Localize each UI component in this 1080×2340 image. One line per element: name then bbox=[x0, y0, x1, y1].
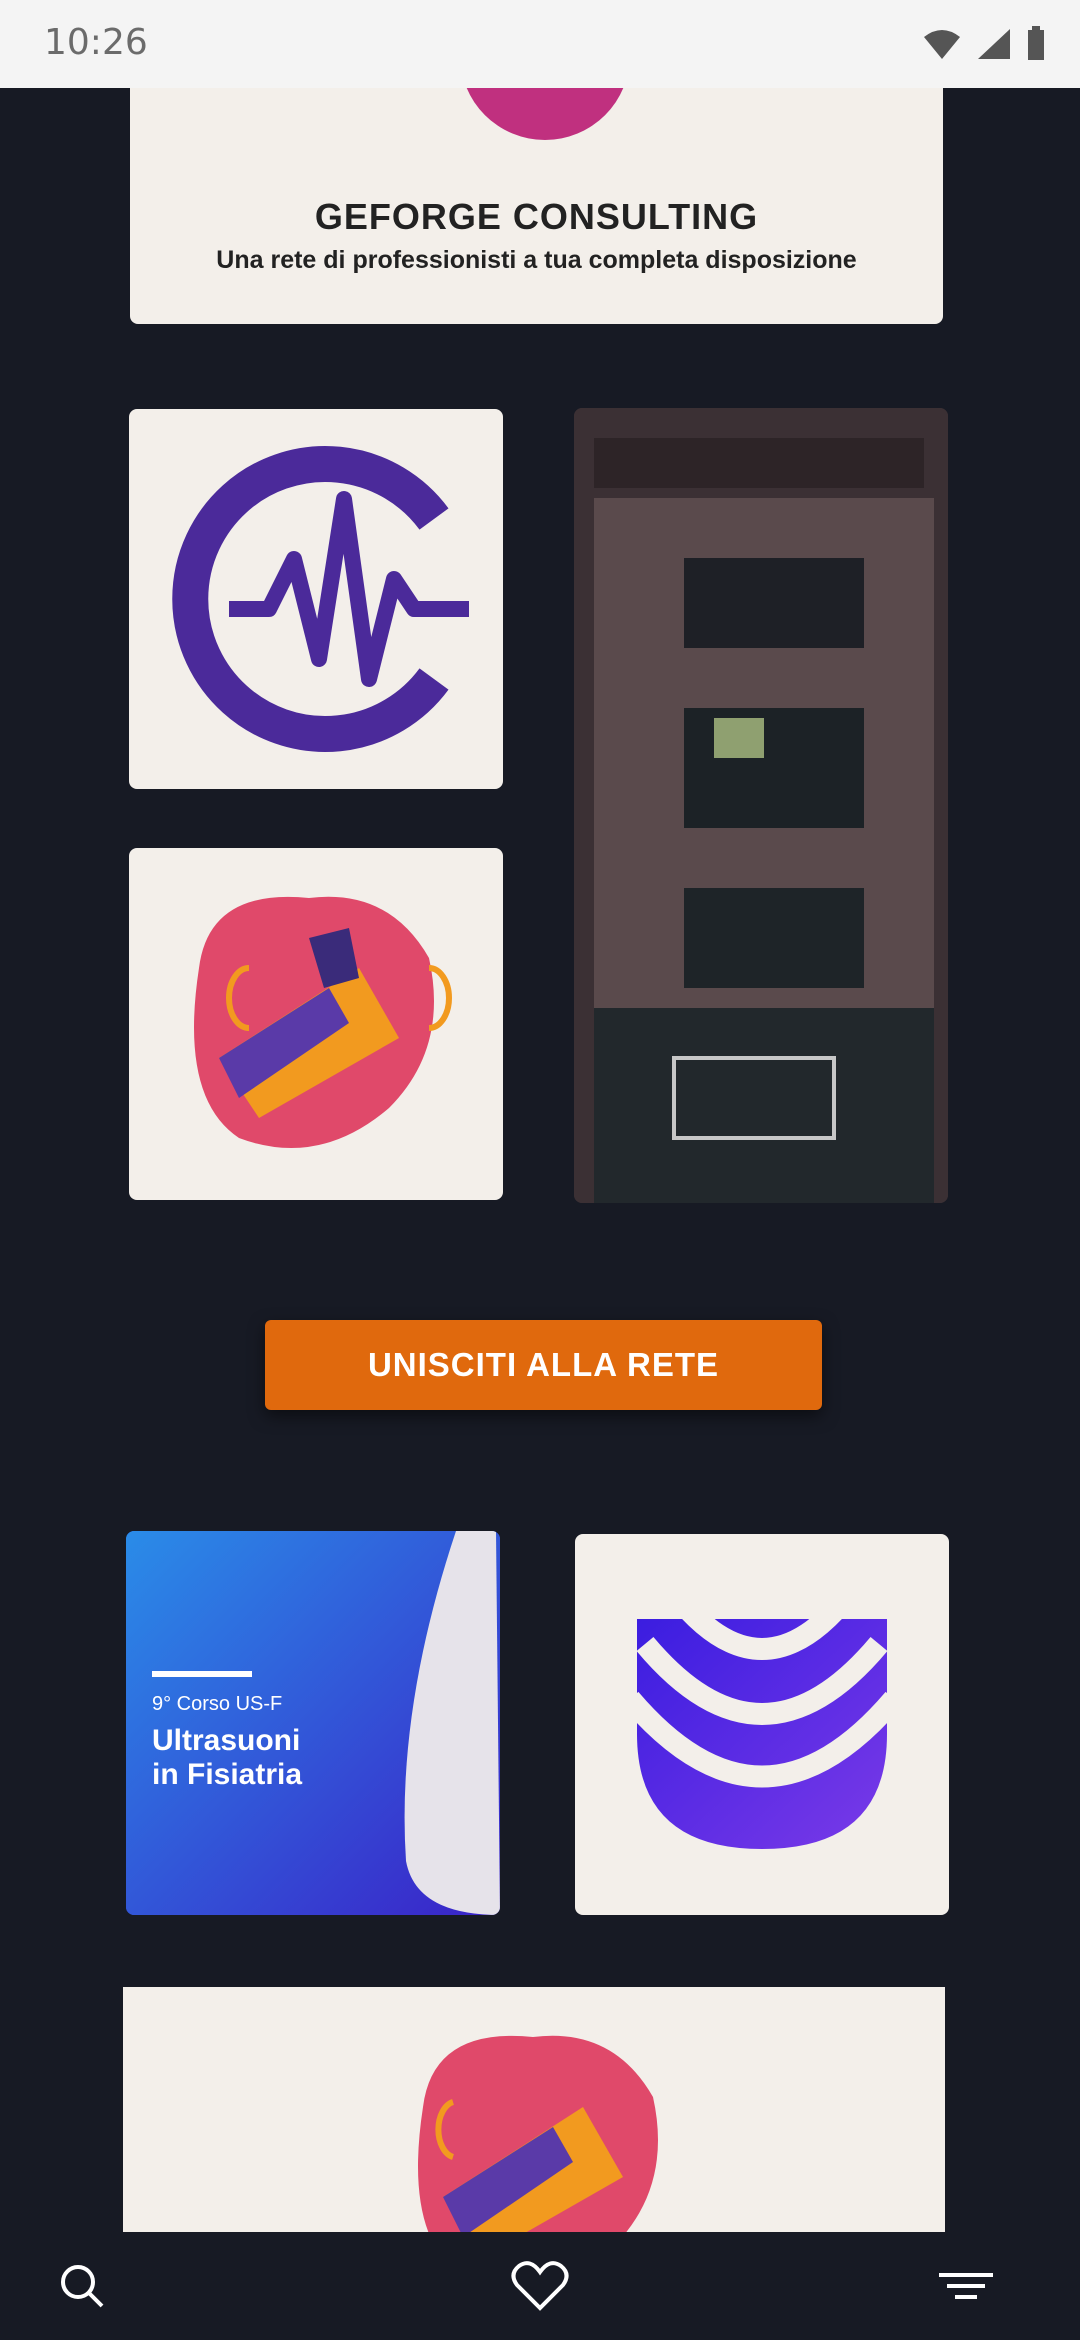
signal-icon bbox=[976, 27, 1012, 66]
search-icon[interactable] bbox=[50, 2254, 114, 2318]
status-time: 10:26 bbox=[44, 22, 148, 63]
gallery-tile-course-promo[interactable]: 9° Corso US-F Ultrasuoni in Fisiatria bbox=[126, 1531, 500, 1915]
building-photo bbox=[574, 408, 948, 1203]
probe-logo-icon bbox=[194, 896, 452, 1148]
join-network-button[interactable]: UNISCITI ALLA RETE bbox=[265, 1320, 822, 1410]
arch-logo-icon bbox=[621, 1587, 903, 1849]
promo-course: 9° Corso US-F bbox=[152, 1693, 283, 1715]
probe-logo-icon bbox=[418, 2035, 658, 2232]
promo-title: Ultrasuoni in Fisiatria bbox=[152, 1724, 303, 1791]
heart-icon[interactable] bbox=[508, 2254, 572, 2318]
hero-banner[interactable]: GEFORGE CONSULTING Una rete di professio… bbox=[130, 60, 943, 324]
hero-title: GEFORGE CONSULTING bbox=[314, 196, 759, 237]
menu-icon[interactable] bbox=[934, 2254, 998, 2318]
wifi-icon bbox=[922, 27, 962, 66]
heartbeat-logo-icon bbox=[172, 446, 469, 752]
bottom-nav bbox=[0, 2232, 1080, 2340]
gallery-tile-probe-banner[interactable] bbox=[123, 1987, 945, 2232]
gallery-tile-probe-logo[interactable] bbox=[129, 848, 503, 1200]
hero-subtitle: Una rete di professionisti a tua complet… bbox=[216, 246, 857, 274]
gallery-tile-arch-logo[interactable] bbox=[575, 1534, 949, 1915]
promo-divider bbox=[152, 1671, 252, 1677]
battery-icon bbox=[1026, 26, 1046, 67]
gallery-tile-heartbeat-logo[interactable] bbox=[129, 409, 503, 789]
gallery-tile-building-photo[interactable] bbox=[574, 408, 948, 1203]
status-bar: 10:26 bbox=[0, 0, 1080, 88]
